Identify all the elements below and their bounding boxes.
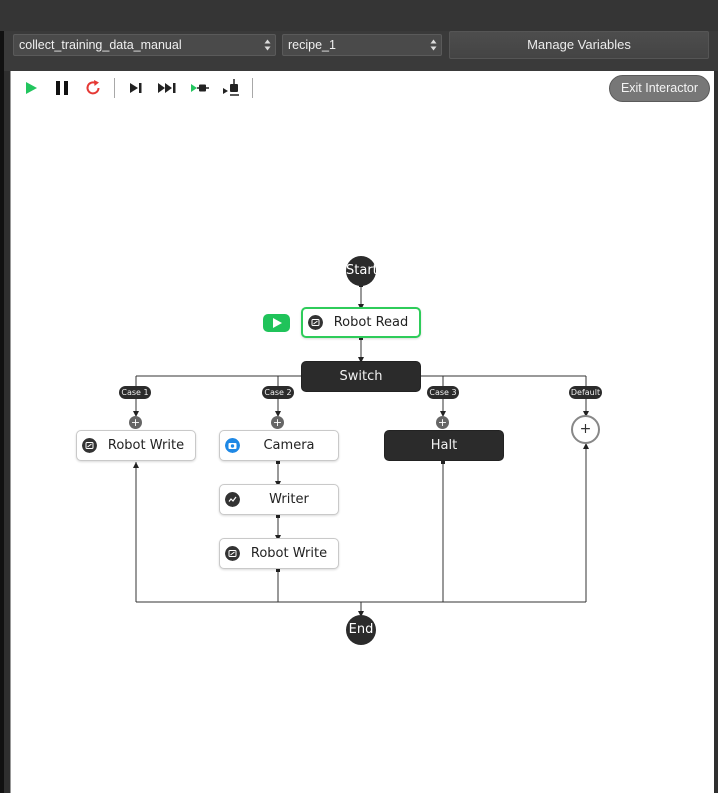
end-node[interactable]: End — [346, 615, 376, 645]
case-3-label: Case 3 — [427, 386, 459, 399]
start-node[interactable]: Start — [346, 256, 378, 286]
current-step-indicator — [263, 314, 290, 332]
add-default-step-button[interactable]: + — [571, 415, 600, 444]
robot-write-icon — [225, 546, 240, 561]
halt-node[interactable]: Halt — [384, 430, 504, 461]
robot-read-node[interactable]: Robot Read — [301, 307, 421, 338]
node-label: Robot Read — [333, 315, 409, 330]
node-label: Camera — [263, 438, 315, 453]
play-icon — [273, 318, 282, 328]
robot-read-icon — [308, 315, 323, 330]
node-label: Robot Write — [250, 546, 328, 561]
camera-icon — [225, 438, 240, 453]
robot-write-node[interactable]: Robot Write — [76, 430, 196, 461]
add-step-button[interactable]: + — [129, 416, 142, 429]
case-1-label: Case 1 — [119, 386, 151, 399]
flow-edges — [133, 283, 589, 617]
camera-node[interactable]: Camera — [219, 430, 339, 461]
switch-node[interactable]: Switch — [301, 361, 421, 392]
add-step-button[interactable]: + — [436, 416, 449, 429]
writer-icon — [225, 492, 240, 507]
case-2-label: Case 2 — [262, 386, 294, 399]
default-case-label: Default — [569, 386, 602, 399]
robot-write-icon — [82, 438, 97, 453]
add-step-button[interactable]: + — [271, 416, 284, 429]
writer-node[interactable]: Writer — [219, 484, 339, 515]
robot-write-node[interactable]: Robot Write — [219, 538, 339, 569]
node-label: Writer — [269, 492, 309, 507]
node-label: Robot Write — [107, 438, 185, 453]
node-label: Halt — [430, 438, 458, 453]
node-label: Switch — [339, 369, 383, 384]
